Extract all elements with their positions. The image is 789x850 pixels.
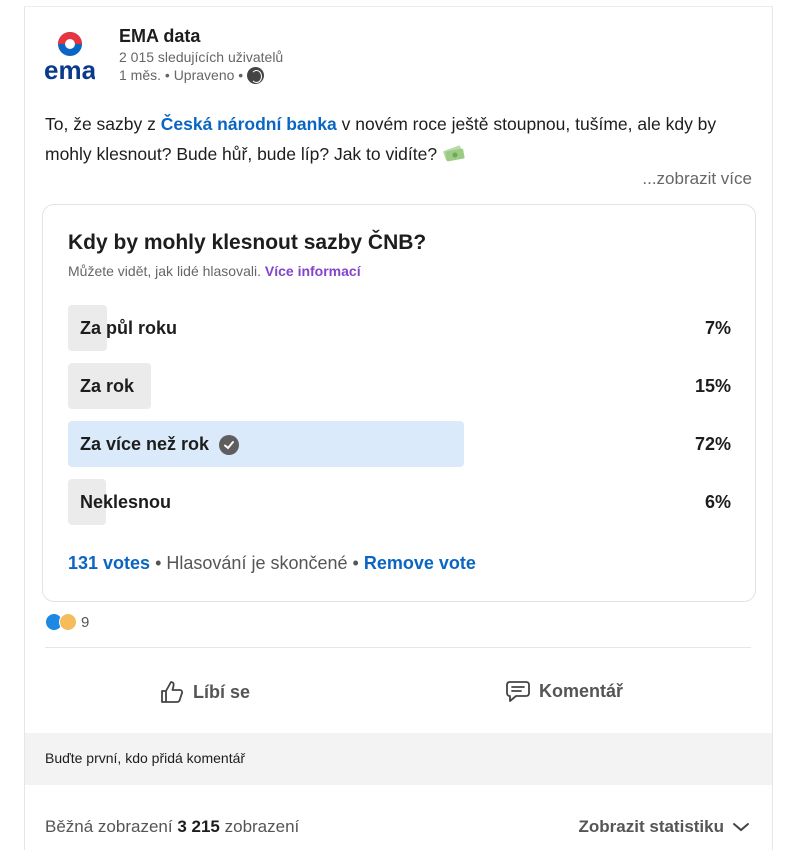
checkmark-icon xyxy=(219,434,240,455)
remove-vote-button[interactable]: Remove vote xyxy=(364,553,476,573)
divider xyxy=(45,647,751,648)
globe-icon xyxy=(247,66,265,84)
poll-option-percent: 7% xyxy=(704,318,731,338)
post-meta-text: 1 měs. • Upraveno • xyxy=(119,67,244,83)
comment-icon xyxy=(506,681,530,702)
mention-link[interactable]: Česká národní banka xyxy=(161,114,337,134)
poll-footer: 131 votes • Hlasování je skončené • Remo… xyxy=(68,553,476,574)
comment-label: Komentář xyxy=(539,680,624,701)
poll-option-label: Za rok xyxy=(80,376,135,396)
impressions-value: 3 215 xyxy=(177,817,220,836)
thumbs-up-icon xyxy=(161,681,184,703)
comment-button[interactable]: Komentář xyxy=(505,679,623,703)
poll-option-selected[interactable]: Za více než rok 72% xyxy=(68,421,731,467)
impressions-suffix: zobrazení xyxy=(224,817,300,836)
post-text-start: To, že sazby z xyxy=(45,114,161,134)
author-info: EMA data 2 015 sledujících uživatelů 1 m… xyxy=(119,25,283,84)
poll: Kdy by mohly klesnout sazby ČNB? Můžete … xyxy=(42,204,756,602)
poll-option[interactable]: Neklesnou 6% xyxy=(68,479,731,525)
post-text: To, že sazby z Česká národní banka v nov… xyxy=(45,109,745,169)
poll-subtitle: Můžete vidět, jak lidé hlasovali. Více i… xyxy=(68,263,361,279)
show-stats-button[interactable]: Zobrazit statistiku xyxy=(579,817,750,837)
money-emoji-icon xyxy=(442,141,466,162)
poll-option-percent: 15% xyxy=(694,376,731,396)
reaction-count: 9 xyxy=(81,613,90,631)
poll-option[interactable]: Za půl roku 7% xyxy=(68,305,731,351)
follower-count: 2 015 sledujících uživatelů xyxy=(119,49,284,65)
poll-option-label: Za více než rok xyxy=(80,434,240,455)
post-header: ema EMA data 2 015 sledujících uživatelů… xyxy=(44,23,745,87)
poll-option[interactable]: Za rok 15% xyxy=(68,363,731,409)
poll-option-label: Neklesnou xyxy=(80,492,172,512)
empty-comments-text: Buďte první, kdo přidá komentář xyxy=(45,750,246,766)
company-logo[interactable]: ema xyxy=(44,27,97,85)
more-info-link[interactable]: Více informací xyxy=(265,263,361,279)
separator-dot: • xyxy=(155,553,162,573)
poll-status: Hlasování je skončené xyxy=(166,553,348,573)
poll-option-percent: 72% xyxy=(694,434,731,454)
comments-section: Buďte první, kdo přidá komentář xyxy=(25,733,772,785)
poll-question: Kdy by mohly klesnout sazby ČNB? xyxy=(68,231,427,254)
idea-icon xyxy=(59,613,77,631)
post-card: ema EMA data 2 015 sledujících uživatelů… xyxy=(24,6,773,850)
show-stats-label: Zobrazit statistiku xyxy=(578,817,724,836)
reactions-summary[interactable]: 9 xyxy=(45,613,89,631)
like-label: Líbí se xyxy=(193,681,251,702)
impressions-prefix: Běžná zobrazení xyxy=(45,817,173,836)
impressions-text: Běžná zobrazení 3 215 zobrazení xyxy=(45,817,299,837)
poll-subtitle-text: Můžete vidět, jak lidé hlasovali. xyxy=(68,263,261,279)
see-more-link[interactable]: ...zobrazit více xyxy=(642,169,752,189)
separator-dot: • xyxy=(352,553,359,573)
like-button[interactable]: Líbí se xyxy=(159,679,250,705)
votes-link[interactable]: 131 votes xyxy=(68,553,150,573)
poll-option-label: Za půl roku xyxy=(80,318,178,338)
poll-option-percent: 6% xyxy=(704,492,731,512)
author-name[interactable]: EMA data xyxy=(119,25,283,47)
post-meta: 1 měs. • Upraveno • xyxy=(119,66,283,84)
logo-text: ema xyxy=(45,55,95,83)
chevron-down-icon xyxy=(733,823,749,832)
